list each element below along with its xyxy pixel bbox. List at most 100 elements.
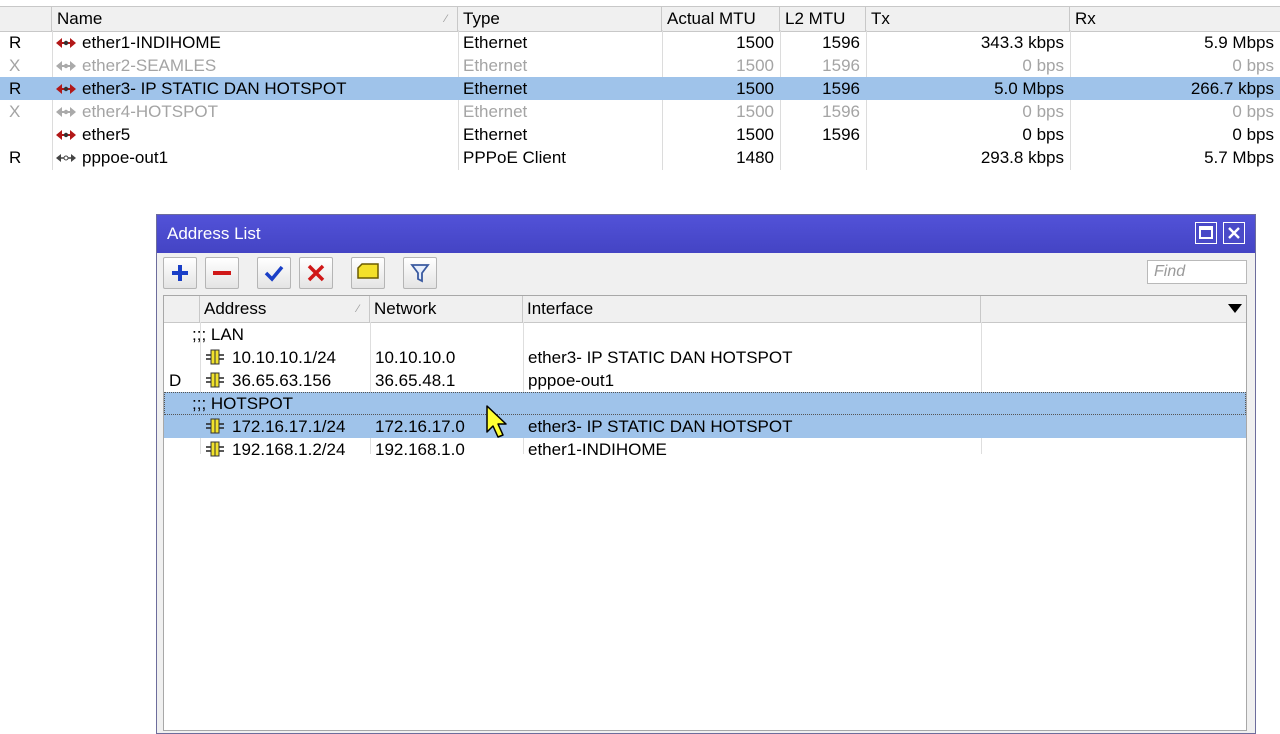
address-row[interactable]: 172.16.17.1/24 172.16.17.0 ether3- IP STAT…	[164, 415, 1246, 438]
network-value: 36.65.48.1	[375, 371, 456, 390]
add-button[interactable]	[163, 257, 197, 289]
flag-column-header[interactable]	[0, 7, 52, 31]
column-header-l2-mtu[interactable]: L2 MTU	[780, 7, 866, 31]
address-row[interactable]: 10.10.10.1/24 10.10.10.0 ether3- IP STATIC…	[164, 346, 1246, 369]
tx-rate: 5.0 Mbps	[994, 79, 1064, 98]
network-value: 192.168.1.0	[375, 440, 465, 459]
interface-value: ether1-INDIHOME	[528, 440, 667, 459]
address-list-table: Address ⁄ Network Interface ;;; LAN 10.10…	[163, 295, 1247, 731]
ethernet-icon	[54, 33, 82, 52]
column-header-address[interactable]: Address ⁄	[200, 296, 370, 322]
cross-icon	[307, 264, 325, 282]
address-row[interactable]: 192.168.1.2/24 192.168.1.0 ether1-INDIHOME	[164, 438, 1246, 461]
column-chooser[interactable]	[981, 296, 1246, 322]
column-header-interface[interactable]: Interface	[523, 296, 981, 322]
comment-button[interactable]	[351, 257, 385, 289]
comment-text: ;;; HOTSPOT	[192, 394, 294, 413]
column-header-rx[interactable]: Rx	[1070, 7, 1280, 31]
tx-rate: 0 bps	[1022, 125, 1064, 144]
maximize-icon[interactable]	[1195, 222, 1217, 244]
comment-icon	[357, 263, 379, 279]
interface-name: ether3- IP STATIC DAN HOTSPOT	[54, 77, 456, 100]
interface-row[interactable]: Rether3- IP STATIC DAN HOTSPOT Ethernet 15…	[0, 77, 1280, 100]
row-flag	[169, 438, 197, 461]
interface-type: Ethernet	[463, 33, 528, 52]
tx-rate: 343.3 kbps	[980, 33, 1064, 52]
actual-mtu: 1480	[736, 148, 774, 167]
interface-row[interactable]: Xether2-SEAMLES Ethernet 1500 1596 0 bps 0 bp…	[0, 54, 1280, 77]
column-header-name[interactable]: Name ⁄	[52, 7, 458, 31]
interface-name: ether2-SEAMLES	[54, 54, 456, 77]
column-header-type[interactable]: Type	[458, 7, 662, 31]
interface-list-header: Name ⁄ Type Actual MTU L2 MTU Tx Rx	[0, 6, 1280, 32]
actual-mtu: 1500	[736, 102, 774, 121]
interface-type: Ethernet	[463, 102, 528, 121]
address-value: 192.168.1.2/24	[232, 440, 346, 459]
find-input[interactable]: Find	[1147, 260, 1247, 284]
rx-rate: 5.7 Mbps	[1204, 148, 1274, 167]
interface-name: pppoe-out1	[54, 146, 456, 169]
ethernet-icon	[54, 102, 82, 121]
interface-type: PPPoE Client	[463, 148, 566, 167]
interface-row[interactable]: ether5 Ethernet 1500 1596 0 bps 0 bps	[0, 123, 1280, 146]
pppoe-icon	[54, 148, 82, 167]
address-value: 10.10.10.1/24	[232, 348, 336, 367]
column-header-actual-mtu[interactable]: Actual MTU	[662, 7, 780, 31]
interface-value: pppoe-out1	[528, 371, 615, 390]
interface-value: ether3- IP STATIC DAN HOTSPOT	[528, 417, 793, 436]
tx-rate: 0 bps	[1022, 56, 1064, 75]
rx-rate: 5.9 Mbps	[1204, 33, 1274, 52]
address-row[interactable]: D 36.65.63.156 36.65.48.1 pppoe-out1	[164, 369, 1246, 392]
tx-rate: 293.8 kbps	[980, 148, 1064, 167]
l2-mtu: 1596	[822, 125, 860, 144]
row-flag: R	[9, 148, 22, 167]
sort-indicator-icon: ⁄	[357, 303, 359, 315]
actual-mtu: 1500	[736, 79, 774, 98]
actual-mtu: 1500	[736, 33, 774, 52]
row-flag: R	[9, 33, 22, 52]
column-header-tx[interactable]: Tx	[866, 7, 1070, 31]
address-value: 36.65.63.156	[232, 371, 332, 390]
ethernet-icon	[54, 79, 82, 98]
rx-rate: 266.7 kbps	[1190, 79, 1274, 98]
window-title: Address List	[167, 224, 261, 243]
row-flag: D	[169, 371, 182, 390]
chevron-down-icon[interactable]	[1228, 304, 1242, 313]
interface-row[interactable]: Xether4-HOTSPOT Ethernet 1500 1596 0 bps 0 bp…	[0, 100, 1280, 123]
address-value: 172.16.17.1/24	[232, 417, 346, 436]
actual-mtu: 1500	[736, 125, 774, 144]
interface-value: ether3- IP STATIC DAN HOTSPOT	[528, 348, 793, 367]
interface-row[interactable]: Rether1-INDIHOME Ethernet 1500 1596 343.3 kb…	[0, 31, 1280, 54]
row-flag: R	[9, 79, 22, 98]
l2-mtu: 1596	[822, 102, 860, 121]
l2-mtu: 1596	[822, 56, 860, 75]
mouse-cursor-icon	[486, 405, 507, 438]
rx-rate: 0 bps	[1232, 102, 1274, 121]
flag-column-header[interactable]	[164, 296, 200, 322]
address-list-window: Address List Find Address ⁄ Network Inte…	[156, 214, 1256, 734]
disable-button[interactable]	[299, 257, 333, 289]
comment-row[interactable]: ;;; HOTSPOT	[164, 392, 1246, 415]
row-flag: X	[9, 102, 21, 121]
row-flag: X	[9, 56, 21, 75]
interface-type: Ethernet	[463, 56, 528, 75]
l2-mtu: 1596	[822, 79, 860, 98]
close-icon[interactable]	[1223, 222, 1245, 244]
column-header-network[interactable]: Network	[370, 296, 523, 322]
interface-name: ether5	[54, 123, 456, 146]
remove-button[interactable]	[205, 257, 239, 289]
rx-rate: 0 bps	[1232, 56, 1274, 75]
ethernet-icon	[54, 125, 82, 144]
comment-text: ;;; LAN	[192, 325, 244, 344]
window-titlebar[interactable]: Address List	[157, 215, 1255, 253]
tx-rate: 0 bps	[1022, 102, 1064, 121]
ethernet-icon	[54, 56, 82, 75]
filter-button[interactable]	[403, 257, 437, 289]
ip-address-icon	[204, 346, 226, 369]
comment-row[interactable]: ;;; LAN	[164, 323, 1246, 346]
enable-button[interactable]	[257, 257, 291, 289]
network-value: 10.10.10.0	[375, 348, 456, 367]
sort-indicator-icon: ⁄	[445, 13, 447, 25]
address-list-header: Address ⁄ Network Interface	[164, 296, 1246, 323]
interface-row[interactable]: Rpppoe-out1 PPPoE Client 1480 293.8 kbps 5.7…	[0, 146, 1280, 169]
